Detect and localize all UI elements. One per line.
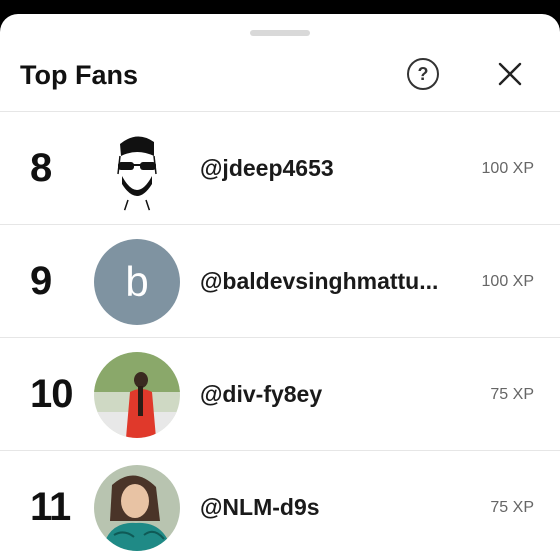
rank-number: 9 xyxy=(30,259,52,303)
avatar-letter: b xyxy=(125,258,149,305)
page-title: Top Fans xyxy=(20,60,138,90)
xp-value: 100 XP xyxy=(481,160,534,177)
fan-row[interactable]: 9 b @baldevsinghmattu... 100 XP xyxy=(0,225,560,338)
rank-number: 8 xyxy=(30,146,52,190)
fan-row[interactable]: 10 @div-fy8ey 75 XP xyxy=(0,338,560,451)
avatar[interactable] xyxy=(94,352,180,438)
fan-handle[interactable]: @NLM-d9s xyxy=(200,451,320,560)
rank-number: 11 xyxy=(30,485,71,529)
close-icon[interactable] xyxy=(494,58,526,90)
avatar[interactable] xyxy=(94,126,180,212)
avatar[interactable]: b xyxy=(94,239,180,325)
question-glyph: ? xyxy=(417,63,429,84)
sheet-header: Top Fans ? xyxy=(0,42,560,112)
xp-value: 100 XP xyxy=(481,273,534,290)
drag-handle[interactable] xyxy=(250,30,310,36)
rank-number: 10 xyxy=(30,372,73,416)
fan-row[interactable]: 8 @jdeep4653 100 XP xyxy=(0,112,560,225)
help-icon[interactable]: ? xyxy=(407,58,439,90)
xp-value: 75 XP xyxy=(490,499,534,516)
fans-list: 8 @jdeep4653 100 XP 9 b @baldevsinghmatt… xyxy=(0,112,560,560)
fan-handle[interactable]: @baldevsinghmattu... xyxy=(200,225,438,338)
fan-handle[interactable]: @jdeep4653 xyxy=(200,112,334,225)
xp-value: 75 XP xyxy=(490,386,534,403)
fan-handle[interactable]: @div-fy8ey xyxy=(200,338,322,451)
fan-row[interactable]: 11 @NLM-d9s 75 XP xyxy=(0,451,560,560)
top-fans-sheet: Top Fans ? 8 @jdeep4653 100 XP 9 b @bald… xyxy=(0,14,560,560)
avatar[interactable] xyxy=(94,465,180,551)
